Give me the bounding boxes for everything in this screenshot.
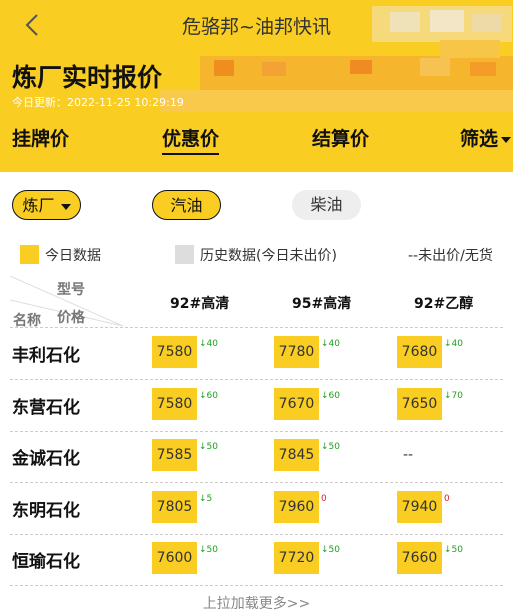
corner-price-label: 价格	[57, 310, 85, 326]
column-header: 95#高清	[292, 296, 352, 312]
legend-today-swatch	[20, 245, 39, 264]
price-change: ↓60	[199, 390, 218, 401]
price-change: ↓50	[321, 442, 340, 452]
caret-down-icon	[501, 136, 512, 143]
caret-down-icon	[60, 203, 71, 210]
page-title: 炼厂实时报价	[12, 63, 163, 92]
price-change: ↓5	[199, 493, 213, 504]
price-change: 0	[321, 493, 327, 504]
divider	[10, 430, 503, 432]
price-cell[interactable]: 7580	[152, 387, 197, 420]
divider	[10, 327, 503, 328]
divider	[10, 379, 503, 380]
refinery-name: 金诚石化	[12, 449, 80, 469]
price-change: ↓60	[321, 390, 340, 401]
legend-today: 今日数据	[45, 248, 101, 264]
gasoline-filter-button[interactable]: 汽油	[152, 190, 221, 220]
price-cell[interactable]: 7600	[152, 542, 197, 574]
price-change: ↓50	[199, 545, 218, 555]
tab-listed-price[interactable]: 挂牌价	[12, 124, 69, 151]
price-cell[interactable]: 7585	[152, 439, 197, 471]
price-cell[interactable]: 7940	[397, 490, 442, 523]
header: 危骆邦~油邦快讯 炼厂实时报价 今日更新：2022-11-25 10:29:19…	[0, 0, 513, 172]
price-cell[interactable]: 7680	[397, 336, 442, 368]
price-change: ↓50	[199, 442, 218, 452]
diesel-filter-button[interactable]: 柴油	[292, 190, 361, 220]
tab-bar: 挂牌价 优惠价 结算价 筛选	[0, 124, 513, 155]
price-change: ↓40	[199, 339, 218, 349]
price-change: ↓70	[444, 390, 463, 401]
price-cell[interactable]: 7960	[274, 490, 319, 523]
tab-discount-price[interactable]: 优惠价	[162, 124, 220, 155]
price-cell[interactable]: 7580	[152, 336, 197, 368]
tab-filter[interactable]: 筛选	[460, 124, 512, 151]
refinery-name: 东营石化	[12, 397, 80, 418]
price-cell[interactable]: 7650	[397, 387, 442, 420]
price-change: ↓40	[321, 339, 340, 349]
no-price: --	[403, 447, 414, 463]
divider	[10, 482, 503, 483]
price-change: 0	[444, 493, 450, 504]
price-cell[interactable]: 7805	[152, 490, 197, 523]
column-header: 92#乙醇	[414, 296, 474, 312]
refinery-name: 恒瑜石化	[12, 552, 80, 572]
corner-type-label: 型号	[57, 282, 85, 298]
update-time: 今日更新：2022-11-25 10:29:19	[12, 96, 184, 109]
price-change: ↓40	[444, 339, 463, 349]
tab-settlement-price[interactable]: 结算价	[312, 124, 369, 151]
legend-history: 历史数据(今日未出价)	[200, 248, 337, 264]
price-cell[interactable]: 7670	[274, 387, 319, 420]
price-cell[interactable]: 7845	[274, 439, 319, 471]
legend-history-swatch	[175, 245, 194, 264]
price-change: ↓50	[444, 545, 463, 555]
legend-none: --未出价/无货	[408, 248, 493, 264]
refinery-name: 丰利石化	[12, 346, 80, 366]
load-more[interactable]: 上拉加载更多>>	[0, 593, 513, 613]
price-change: ↓50	[321, 545, 340, 555]
column-header: 92#高清	[170, 296, 230, 312]
divider	[10, 533, 503, 535]
price-cell[interactable]: 7660	[397, 542, 442, 574]
price-cell[interactable]: 7720	[274, 542, 319, 574]
refinery-name: 东明石化	[12, 500, 80, 521]
price-cell[interactable]: 7780	[274, 336, 319, 368]
refinery-dropdown[interactable]: 炼厂	[12, 190, 81, 220]
divider	[10, 585, 503, 586]
